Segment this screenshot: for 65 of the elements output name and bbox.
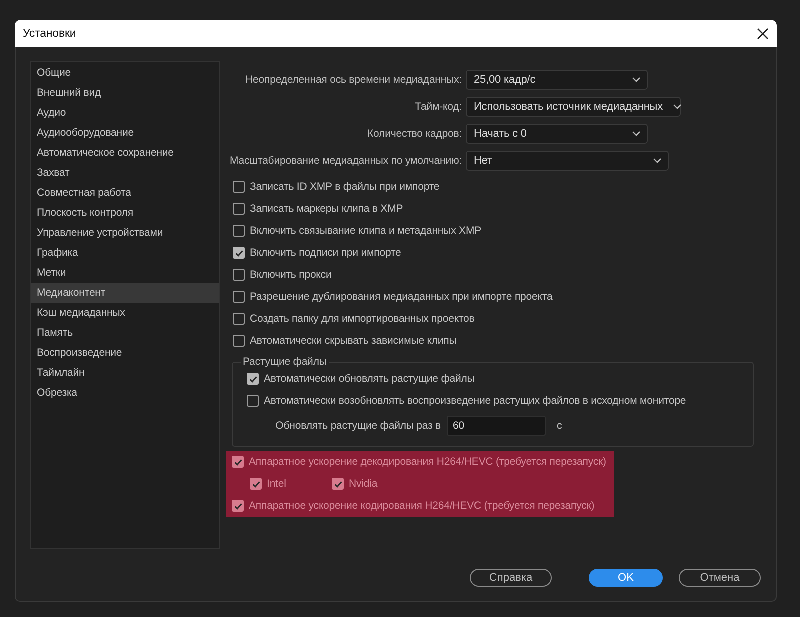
close-icon[interactable] xyxy=(757,28,769,40)
sidebar-item[interactable]: Внешний вид xyxy=(31,83,219,103)
checkbox-label: Включить связывание клипа и метаданных XMP xyxy=(250,225,482,237)
sidebar-item[interactable]: Память xyxy=(31,323,219,343)
chevron-icon xyxy=(632,76,641,82)
checkbox[interactable] xyxy=(233,247,245,259)
checkbox[interactable] xyxy=(332,478,344,490)
group-title: Растущие файлы xyxy=(242,356,328,368)
dropdown[interactable]: 25,00 кадр/с xyxy=(466,70,648,90)
checkbox[interactable] xyxy=(233,313,245,325)
checkbox-label: Nvidia xyxy=(349,478,378,490)
field-label: Неопределенная ось времени медиаданных: xyxy=(244,74,462,86)
sidebar-item[interactable]: Обрезка xyxy=(31,383,219,403)
unit-label: с xyxy=(557,420,562,432)
checkbox-label: Включить подписи при импорте xyxy=(250,247,402,259)
sidebar-item[interactable]: Медиаконтент xyxy=(31,283,219,303)
sidebar-item[interactable]: Графика xyxy=(31,243,219,263)
checkbox[interactable] xyxy=(233,291,245,303)
sidebar-item[interactable]: Плоскость контроля xyxy=(31,203,219,223)
chevron-icon xyxy=(632,130,641,136)
sidebar-item[interactable]: Автоматическое сохранение xyxy=(31,143,219,163)
chevron-icon xyxy=(673,104,682,110)
checkbox[interactable] xyxy=(233,335,245,347)
sidebar-item[interactable]: Захват xyxy=(31,163,219,183)
checkbox-label: Записать ID XMP в файлы при импорте xyxy=(250,181,440,193)
sidebar-item[interactable]: Управление устройствами xyxy=(31,223,219,243)
sidebar-item[interactable]: Общие xyxy=(31,63,219,83)
field-label: Тайм-код: xyxy=(414,100,462,112)
dialog-button[interactable]: Справка xyxy=(470,569,552,587)
sidebar-item[interactable]: Таймлайн xyxy=(31,363,219,383)
sidebar-item[interactable]: Аудиооборудование xyxy=(31,123,219,143)
checkbox[interactable] xyxy=(233,181,245,193)
checkbox-label: Intel xyxy=(267,478,286,490)
chevron-icon xyxy=(653,158,662,164)
field-label: Обновлять растущие файлы раз в xyxy=(274,420,441,432)
sidebar-item[interactable]: Аудио xyxy=(31,103,219,123)
checkbox[interactable] xyxy=(233,203,245,215)
sidebar-item[interactable]: Воспроизведение xyxy=(31,343,219,363)
dropdown[interactable]: Начать с 0 xyxy=(466,124,648,144)
field-label: Масштабирование медиаданных по умолчанию: xyxy=(230,154,462,166)
checkbox-label: Автоматически возобновлять воспроизведение растущих файлов в исходном мониторе xyxy=(264,395,686,407)
checkbox[interactable] xyxy=(232,500,244,512)
dialog-button[interactable]: Отмена xyxy=(679,569,761,587)
checkbox-label: Автоматически обновлять растущие файлы xyxy=(264,373,475,385)
field-label: Количество кадров: xyxy=(366,128,462,140)
checkbox[interactable] xyxy=(232,456,244,468)
sidebar-item[interactable]: Метки xyxy=(31,263,219,283)
checkbox-label: Разрешение дублирования медиаданных при импорте проекта xyxy=(250,291,553,303)
checkbox-label: Создать папку для импортированных проектов xyxy=(250,313,475,325)
dropdown[interactable]: Использовать источник медиаданных xyxy=(466,96,681,116)
checkbox-label: Автоматически скрывать зависимые клипы xyxy=(250,335,457,347)
checkbox[interactable] xyxy=(233,225,245,237)
checkbox-label: Записать маркеры клипа в XMP xyxy=(250,203,404,215)
window-title: Установки xyxy=(23,28,76,40)
input-field[interactable]: 60 xyxy=(447,416,546,436)
checkbox[interactable] xyxy=(247,373,259,385)
checkbox[interactable] xyxy=(233,269,245,281)
checkbox-label: Включить прокси xyxy=(250,269,332,281)
dropdown[interactable]: Нет xyxy=(466,150,669,170)
sidebar-item[interactable]: Совместная работа xyxy=(31,183,219,203)
sidebar-item[interactable]: Кэш медиаданных xyxy=(31,303,219,323)
checkbox-label: Аппаратное ускорение декодирования H264/HEVC (требуется перезапуск) xyxy=(249,456,606,468)
checkbox[interactable] xyxy=(247,395,259,407)
checkbox[interactable] xyxy=(250,478,262,490)
checkbox-label: Аппаратное ускорение кодирования H264/HEVC (требуется перезапуск) xyxy=(249,500,595,512)
